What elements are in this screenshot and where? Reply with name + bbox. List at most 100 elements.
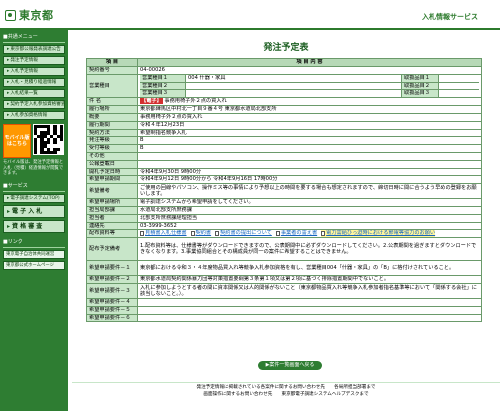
service-name: 入札情報サービス	[422, 13, 478, 21]
documents-cell: 見積書入札仕様書 契約書 契約書の提出について 事業者の誓え書 電力需給ひっ迫時…	[137, 229, 482, 239]
application-place-value: 電子調達システムから希望申請をしてください。	[137, 198, 482, 207]
sidebar-item-denshi-top[interactable]: 電子調達システム(TOP)	[3, 193, 65, 203]
table-header-content: 項 目 内 容	[137, 58, 482, 67]
link-joint-operation[interactable]: 東京電子自治体共同運営	[3, 249, 65, 259]
accept-grade-value: B	[137, 144, 482, 153]
table-row: 履行期間 令和４年12月23日	[86, 120, 482, 130]
row-label: 希望申請要件－５	[86, 305, 138, 315]
doc-link-submission[interactable]: 契約書の提出について	[215, 230, 272, 237]
electronic-badge: 【電子】	[140, 98, 163, 105]
table-row: 担当者 北部支所庶務課経理担当	[86, 213, 482, 223]
back-to-list-button[interactable]: ▶案件一覧画面へ戻る	[258, 361, 322, 370]
application-period-value: 令和4年9月12日 9時00分から 令和4年9月16日 17時00分	[137, 175, 482, 185]
table-row: 希望申請要件－６	[86, 313, 482, 323]
sub-label: 営業種目１	[140, 75, 186, 82]
order-schedule-table: 項 目 項 目 内 容 契約番号 04-00026 営業種目 営業種目１ 004 …	[86, 58, 482, 323]
summary-value: 事務用椅子外２点の買入れ	[137, 112, 482, 122]
row-label: 連絡先	[86, 221, 138, 231]
table-row: 配布資料等 見積書入札仕様書 契約書 契約書の提出について 事業者の誓え書 電力…	[86, 229, 482, 239]
table-row: 件 名 【電子】 事務用椅子外２点の買入れ	[86, 97, 482, 107]
row-label: 配布資料等	[86, 229, 138, 239]
row-label: 希望申請場所	[86, 198, 138, 207]
logo-text: 東京都	[19, 9, 54, 22]
method-value: 希望制指名競争入札	[137, 128, 482, 138]
table-row: 希望申請要件－１ 東京都における令和３・４年度物品買入れ等競争入札参加資格を有し、…	[86, 260, 482, 277]
sidebar-links-heading: ■リンク	[3, 237, 65, 248]
doc-link-power-saving[interactable]: 電力需給ひっ迫時における節電等協力のお願い	[321, 230, 436, 237]
doc-link-pledge[interactable]: 事業者の誓え書	[275, 230, 318, 237]
table-row: その他	[86, 151, 482, 161]
table-row: 希望申請要件－４	[86, 297, 482, 307]
page-title: 発注予定表	[263, 43, 309, 53]
mobile-version-button[interactable]: モバイル版はこちら	[3, 124, 31, 158]
row-label: 担当者	[86, 213, 138, 223]
sidebar-item-koho[interactable]: 東京都公報発表調達公告	[3, 45, 65, 54]
requirement-4-value	[137, 297, 482, 307]
row-label: 希望申請期間	[86, 175, 138, 185]
sidebar: ■共通メニュー 東京都公報発表調達公告 発注予定情報 入札予定情報 入札・見積り…	[0, 30, 68, 411]
sub-label: 営業種目２	[140, 82, 186, 89]
doc-link-label: 事業者の誓え書	[280, 230, 318, 237]
row-label: 発注等級	[86, 136, 138, 146]
order-grade-value: B	[137, 136, 482, 146]
sidebar-item-hatchu[interactable]: 発注予定情報	[3, 56, 65, 65]
document-icon	[190, 231, 195, 237]
table-row: 公報登載日	[86, 159, 482, 169]
row-label: 概要	[86, 112, 138, 122]
table-row: 発注等級 B	[86, 136, 482, 146]
document-icon	[321, 231, 326, 237]
row-label: 希望申請要件－３	[86, 282, 138, 299]
table-row: 担当局部課 水道局北部支所庶務課	[86, 205, 482, 215]
table-row: 受付等級 B	[86, 144, 482, 153]
document-icon	[275, 231, 280, 237]
mobile-section: モバイル版はこちら	[3, 124, 65, 158]
table-row: 希望申請要件－５	[86, 305, 482, 315]
document-icon	[140, 231, 144, 237]
shikaku-shinsa-button[interactable]: 資 格 審 査	[3, 219, 65, 233]
doc-link-spec[interactable]: 見積書入札仕様書	[140, 230, 187, 237]
table-row: 契約方法 希望制指名競争入札	[86, 128, 482, 138]
gazette-date-value	[137, 159, 482, 169]
sidebar-item-keika[interactable]: 入札・見積り経過情報	[3, 78, 65, 87]
sidebar-item-sanka-shikaku[interactable]: 入札参加資格情報	[3, 111, 65, 120]
row-label: 履行期間	[86, 120, 138, 130]
table-row: 連絡先 03-3999-3652	[86, 221, 482, 231]
row-label: 希望申請要件－４	[86, 297, 138, 307]
sidebar-item-shikaku-shinsa[interactable]: 契約予定入札参加資格審査	[3, 100, 65, 109]
opening-date-value: 令和4年9月30日 9時00分	[137, 167, 482, 177]
document-icon	[215, 231, 220, 237]
row-label: 開札予定日時	[86, 167, 138, 177]
main-content: 発注予定表 項 目 項 目 内 容 契約番号 04-00026 営業種目 営業種…	[72, 30, 500, 411]
doc-link-label: 見積書入札仕様書	[145, 230, 187, 237]
sidebar-menu-heading: ■共通メニュー	[3, 32, 65, 43]
link-tokyo-official[interactable]: 東京都公式ホームページ	[3, 260, 65, 270]
tokyo-logo[interactable]: 東京都	[5, 8, 54, 22]
sub-label: 営業種目３	[140, 90, 186, 97]
table-row: 概要 事務用椅子外２点の買入れ	[86, 112, 482, 122]
table-row: 希望備考 ご使用の回線やパソコン、操作ミス等の事情により予想以上の時間を要する場合…	[86, 183, 482, 200]
contact-value: 03-3999-3652	[137, 221, 482, 231]
requirement-6-value	[137, 313, 482, 323]
doc-link-label: 契約書	[195, 230, 212, 237]
row-label: 公報登載日	[86, 159, 138, 169]
requirement-2-value: 東京都水道局契約関係暴力団等対策措置要綱第３条第１項又は第２項に基づく排除措置期…	[137, 275, 482, 284]
table-row: 希望申請要件－３ 入札に参加しようとする者の間に資本関係又は人的関係がないこと（東…	[86, 282, 482, 299]
sidebar-item-kekka[interactable]: 入札結果一覧	[3, 89, 65, 98]
period-value: 令和４年12月23日	[137, 120, 482, 130]
tokyo-emblem-icon	[5, 9, 16, 21]
business-category-cell: 営業種目１ 004 什器・家具 取扱品目１ 営業種目２ 取扱品目２ 営業種目３ 取扱品目…	[137, 73, 482, 99]
doc-link-contract[interactable]: 契約書	[190, 230, 212, 237]
doc-link-label: 電力需給ひっ迫時における節電等協力のお願い	[326, 230, 436, 237]
row-label: 配布予定備考	[86, 237, 138, 262]
sidebar-item-nyusatsu-yotei[interactable]: 入札予定情報	[3, 67, 65, 76]
doc-link-label: 契約書の提出について	[220, 230, 272, 237]
footer-helpdesk-line: 画面操作に関するお問い合わせ先 東京都電子調達システムヘルプデスクまで	[203, 392, 369, 397]
person-value: 北部支所庶務課経理担当	[137, 213, 482, 223]
denshi-nyusatsu-button[interactable]: 電 子 入 札	[3, 204, 65, 218]
row-label: 契約番号	[86, 65, 138, 75]
row-label: 受付等級	[86, 144, 138, 153]
row-label: 契約方法	[86, 128, 138, 138]
requirement-3-value: 入札に参加しようとする者の間に資本関係又は人的関係がないこと（東京都物品買入れ等…	[137, 282, 482, 299]
row-label: 営業種目	[86, 73, 138, 99]
table-row: 営業種目 営業種目１ 004 什器・家具 取扱品目１ 営業種目２ 取扱品目２ 営業種目…	[86, 73, 482, 99]
